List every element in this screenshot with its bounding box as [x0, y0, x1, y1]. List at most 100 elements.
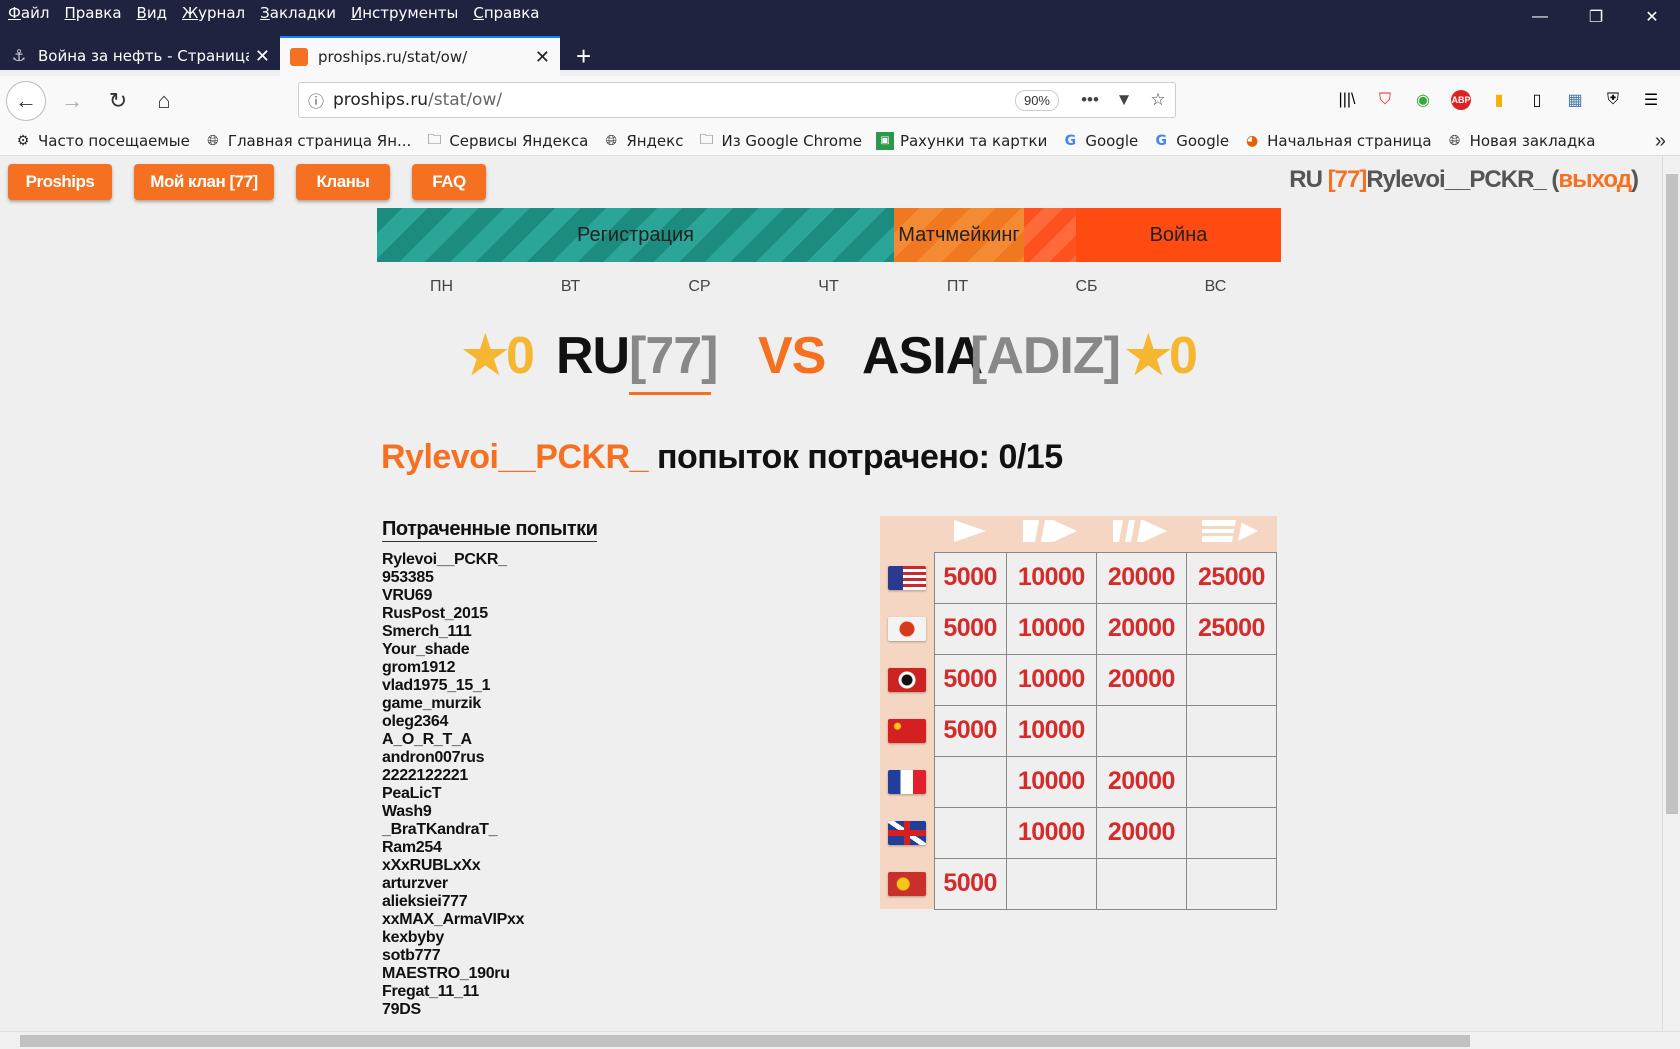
menu-view[interactable]: Вид	[137, 4, 167, 22]
minimize-button[interactable]: —	[1512, 0, 1568, 34]
nav-faq-button[interactable]: FAQ	[412, 164, 486, 200]
menu-edit[interactable]: Правка	[64, 4, 121, 22]
spent-player: Smerch_111	[382, 623, 472, 640]
close-window-button[interactable]: ✕	[1624, 0, 1680, 34]
bookmark-item[interactable]: ▣ Рахунки та картки	[875, 131, 1047, 150]
bookmark-item[interactable]: 🗀 Из Google Chrome	[697, 132, 861, 150]
bounty-row: 5000	[880, 857, 1278, 910]
bookmarks-overflow-icon[interactable]: »	[1655, 130, 1666, 153]
folder-icon: 🗀	[427, 131, 442, 148]
bookmark-item[interactable]: 🌐︎ Главная страница Ян...	[204, 131, 412, 150]
bounty-row: 5000 10000	[880, 704, 1278, 757]
back-arrow-icon[interactable]: ←	[6, 81, 46, 121]
adblock-icon[interactable]: ABP	[1442, 84, 1480, 116]
spent-attempts-list: Rylevoi__PCKR_ 953385 VRU69 RusPost_2015 Sme…	[382, 551, 682, 1019]
bounty-value: 5000	[933, 602, 1007, 655]
bookmark-item[interactable]: 🌐︎ Новая закладка	[1446, 132, 1596, 150]
toolbar-extensions: |||\ ⛉ ◉ ABP ▮ ▯ ▦ ⛨ ☰	[1328, 84, 1670, 116]
navigation-toolbar: ← → ↻ ⌂ ⓘ proships.ru/stat/ow/ 90% ••• ▼…	[0, 76, 1680, 126]
spent-player: grom1912	[382, 659, 456, 676]
bookmark-item[interactable]: ⚙ Часто посещаемые	[14, 132, 190, 150]
uk-flag-icon	[887, 820, 926, 845]
germany-flag-icon	[887, 667, 926, 692]
tab-strip: ⚓ Война за нефть - Страница 14 ✕ proship…	[0, 36, 591, 76]
left-clan-tag[interactable]: [77]	[629, 326, 718, 386]
library-icon[interactable]: |||\	[1328, 84, 1366, 116]
tier-2-icon	[1023, 520, 1078, 543]
url-text[interactable]: proships.ru/stat/ow/	[333, 90, 1015, 110]
bounty-row: 5000 10000 20000	[880, 653, 1278, 706]
close-tab-icon[interactable]: ✕	[255, 46, 270, 67]
globe-icon: 🌐︎	[605, 132, 617, 149]
extension-icon[interactable]: ▦	[1556, 84, 1594, 116]
close-tab-icon[interactable]: ✕	[535, 47, 550, 68]
reload-icon[interactable]: ↻	[98, 81, 138, 121]
tier-3-icon	[1113, 520, 1168, 543]
nation-cell	[880, 807, 934, 858]
restore-button[interactable]: ❐	[1568, 0, 1624, 34]
horizontal-scroll-thumb[interactable]	[20, 1035, 1470, 1047]
new-tab-icon[interactable]: +	[560, 36, 591, 76]
active-clan-underline	[629, 392, 711, 395]
menu-help[interactable]: Справка	[473, 4, 539, 22]
shield-icon[interactable]: ⛉	[1366, 84, 1404, 116]
menu-file[interactable]: Файл	[8, 4, 49, 22]
bounty-value	[1005, 857, 1097, 910]
spent-player: Fregat_11_11	[382, 983, 479, 1000]
zoom-level[interactable]: 90%	[1014, 89, 1059, 111]
user-clan[interactable]: [77]	[1328, 166, 1368, 193]
bounty-value: 25000	[1185, 602, 1278, 655]
menu-history[interactable]: Журнал	[182, 4, 245, 22]
nav-my-clan-button[interactable]: Мой клан [77]	[134, 164, 274, 200]
page-actions-icon[interactable]: •••	[1073, 90, 1107, 110]
bookmark-item[interactable]: 🗀 Сервисы Яндекса	[425, 132, 588, 150]
warship-icon[interactable]: ⛨	[1594, 84, 1632, 116]
star-icon: ★	[1125, 327, 1172, 385]
nation-cell	[880, 756, 934, 807]
bookmark-label: Главная страница Ян...	[227, 131, 412, 150]
nav-clans-button[interactable]: Кланы	[296, 164, 390, 200]
bookmark-item[interactable]: G Google	[1152, 132, 1230, 150]
ussr-flag-icon	[887, 718, 926, 743]
bookmark-item[interactable]: 🌐︎ Яндекс	[602, 132, 684, 150]
spent-player: Your_shade	[382, 641, 470, 658]
hamburger-menu-icon[interactable]: ☰	[1632, 84, 1670, 116]
menu-bookmarks[interactable]: Закладки	[260, 4, 336, 22]
bounty-row: 5000 10000 20000 25000	[880, 551, 1278, 604]
bounty-row: 5000 10000 20000 25000	[880, 602, 1278, 655]
home-icon[interactable]: ⌂	[144, 81, 184, 121]
bookmark-item[interactable]: G Google	[1061, 132, 1139, 150]
sidebar-icon[interactable]: ▯	[1518, 84, 1556, 116]
day-label: ВТ	[560, 278, 581, 295]
bookmark-flag-icon[interactable]: ▮	[1480, 84, 1518, 116]
green-circle-icon[interactable]: ◉	[1404, 84, 1442, 116]
gear-icon: ⚙	[16, 132, 30, 149]
day-label: ЧТ	[818, 278, 839, 295]
horizontal-scrollbar[interactable]	[0, 1031, 1680, 1049]
phase-transition	[1024, 208, 1076, 262]
address-bar[interactable]: ⓘ proships.ru/stat/ow/ 90% ••• ▼ ☆	[298, 82, 1176, 118]
pocket-icon[interactable]: ▼	[1107, 90, 1141, 110]
logout-link[interactable]: выход	[1558, 166, 1632, 193]
spent-player: A_O_R_T_A	[382, 731, 472, 748]
spent-attempts-header: Потраченные попытки	[382, 518, 598, 542]
bounty-value	[933, 755, 1007, 808]
right-clan-tag[interactable]: [ADIZ]	[970, 326, 1121, 386]
info-icon[interactable]: ⓘ	[299, 88, 333, 112]
spent-player: sotb777	[382, 947, 441, 964]
forward-arrow-icon[interactable]: →	[52, 81, 92, 121]
bounty-value	[1095, 704, 1187, 757]
bounty-value: 20000	[1095, 806, 1187, 859]
tab-oil-war[interactable]: ⚓ Война за нефть - Страница 14 ✕	[0, 36, 280, 76]
spent-player: xXxRUBLxXx	[382, 857, 481, 874]
bounty-value: 10000	[1005, 806, 1097, 859]
bookmark-star-icon[interactable]: ☆	[1141, 90, 1175, 110]
day-label: СБ	[1075, 278, 1098, 295]
vertical-scrollbar[interactable]	[1662, 156, 1680, 1031]
nav-proships-button[interactable]: Proships	[8, 164, 112, 200]
tab-proships[interactable]: proships.ru/stat/ow/ ✕	[280, 36, 560, 76]
vertical-scroll-thumb[interactable]	[1666, 174, 1678, 814]
bookmark-item[interactable]: ◕ Начальная страница	[1243, 132, 1432, 150]
user-name: Rylevoi__PCKR_	[1366, 166, 1546, 193]
menu-tools[interactable]: Инструменты	[351, 4, 458, 22]
